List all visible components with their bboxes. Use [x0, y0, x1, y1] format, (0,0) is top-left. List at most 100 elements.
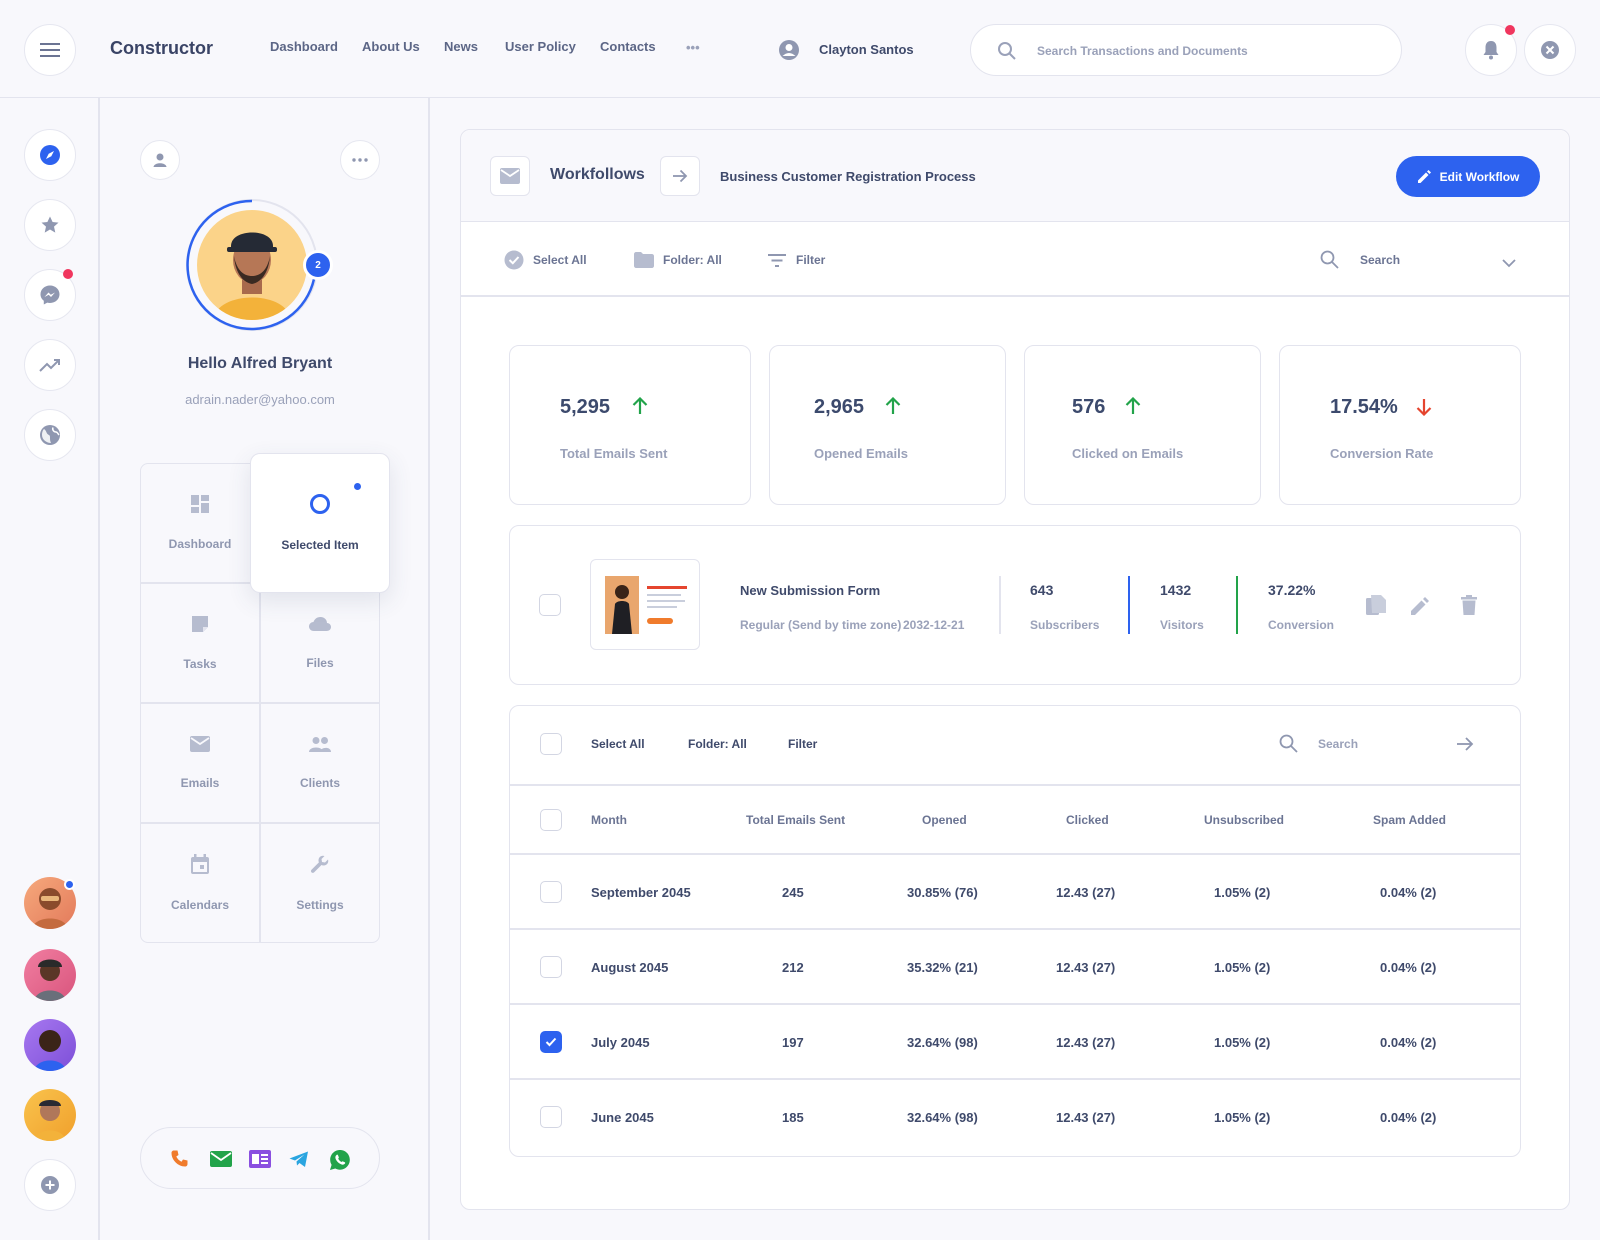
mail-button[interactable]	[490, 156, 530, 196]
table-go-button[interactable]	[1456, 736, 1474, 757]
row-checkbox[interactable]	[540, 1106, 562, 1128]
nav-user-policy[interactable]: User Policy	[505, 39, 576, 54]
table-folder-label[interactable]: Folder: All	[688, 737, 747, 751]
cell-clicked: 12.43 (27)	[1056, 960, 1116, 975]
nav-news[interactable]: News	[444, 39, 478, 54]
cell-opened: 30.85% (76)	[907, 885, 978, 900]
col-unsubscribed[interactable]: Unsubscribed	[1204, 813, 1284, 827]
search-icon-button[interactable]	[1320, 250, 1339, 274]
table-select-all-checkbox[interactable]	[540, 733, 562, 755]
top-user-name[interactable]: Clayton Santos	[819, 42, 914, 57]
edit-workflow-button[interactable]: Edit Workflow	[1396, 156, 1540, 197]
row-checkbox[interactable]	[540, 881, 562, 903]
menu-emails-label: Emails	[180, 776, 220, 790]
workflows-title: Workfollows	[550, 166, 645, 183]
rail-favorites-button[interactable]	[24, 199, 76, 251]
globe-icon	[40, 425, 60, 445]
table-search-icon[interactable]	[1279, 734, 1298, 758]
report-table-card	[509, 705, 1521, 1157]
breadcrumb-arrow-button[interactable]	[660, 156, 700, 196]
hamburger-menu-button[interactable]	[24, 24, 76, 76]
newspaper-icon	[249, 1150, 271, 1168]
menu-dashboard[interactable]: Dashboard	[140, 463, 260, 583]
submission-title[interactable]: New Submission Form	[740, 583, 880, 598]
user-icon	[153, 153, 167, 167]
copy-button[interactable]	[1366, 595, 1386, 622]
menu-settings[interactable]: Settings	[260, 823, 380, 943]
delete-button[interactable]	[1461, 595, 1477, 620]
telegram-icon	[289, 1151, 308, 1167]
cell-opened: 35.32% (21)	[907, 960, 978, 975]
toolbar-search-input[interactable]: Search	[1360, 253, 1400, 267]
row-checkbox[interactable]	[540, 956, 562, 978]
phone-button[interactable]	[170, 1149, 190, 1174]
submission-thumbnail[interactable]	[590, 559, 700, 650]
table-filter-label[interactable]: Filter	[788, 737, 817, 751]
select-all-toggle[interactable]	[504, 250, 524, 275]
submission-checkbox[interactable]	[539, 594, 561, 616]
select-all-label[interactable]: Select All	[533, 253, 587, 267]
table-select-all-label[interactable]: Select All	[591, 737, 645, 751]
menu-clients-label: Clients	[299, 776, 340, 790]
nav-about-us[interactable]: About Us	[362, 39, 420, 54]
row-checkbox-checked[interactable]	[540, 1031, 562, 1053]
rail-explore-button[interactable]	[24, 129, 76, 181]
table-search-input[interactable]: Search	[1318, 737, 1358, 751]
rail-analytics-button[interactable]	[24, 339, 76, 391]
user-avatar-icon[interactable]	[778, 39, 800, 66]
col-clicked[interactable]: Clicked	[1066, 813, 1109, 827]
menu-tasks[interactable]: Tasks	[140, 583, 260, 703]
dashboard-icon	[191, 495, 209, 513]
menu-calendars[interactable]: Calendars	[140, 823, 260, 943]
whatsapp-button[interactable]	[329, 1149, 351, 1176]
filter-label[interactable]: Filter	[796, 253, 825, 267]
notifications-button[interactable]	[1465, 24, 1517, 76]
search-dropdown-button[interactable]	[1502, 255, 1516, 273]
menu-selected-item[interactable]: Selected Item	[250, 453, 390, 593]
add-contact-button[interactable]	[24, 1159, 76, 1211]
top-search-input[interactable]: Search Transactions and Documents	[970, 24, 1402, 76]
folder-icon	[634, 252, 654, 268]
chevron-down-icon	[1502, 259, 1516, 268]
conversion-divider	[1236, 576, 1238, 634]
news-button[interactable]	[249, 1150, 271, 1173]
cell-spam: 0.04% (2)	[1380, 1035, 1437, 1050]
cell-month: June 2045	[591, 1110, 654, 1125]
profile-more-button[interactable]	[340, 140, 380, 180]
filter-button[interactable]	[768, 254, 786, 272]
cell-clicked: 12.43 (27)	[1056, 885, 1116, 900]
rail-messenger-button[interactable]	[24, 269, 76, 321]
row-divider	[510, 784, 1520, 786]
close-button[interactable]	[1524, 24, 1576, 76]
contact-avatar-3[interactable]	[24, 1019, 76, 1071]
folder-label[interactable]: Folder: All	[663, 253, 722, 267]
cell-sent: 185	[782, 1110, 804, 1125]
rail-globe-button[interactable]	[24, 409, 76, 461]
contact-avatar-2[interactable]	[24, 949, 76, 1001]
header-checkbox[interactable]	[540, 809, 562, 831]
menu-clients[interactable]: Clients	[260, 703, 380, 823]
nav-contacts[interactable]: Contacts	[600, 39, 656, 54]
edit-button[interactable]	[1410, 596, 1430, 621]
toolbar-divider	[461, 295, 1569, 297]
menu-files-label: Files	[306, 656, 334, 670]
email-button[interactable]	[210, 1151, 232, 1172]
col-month[interactable]: Month	[591, 813, 627, 827]
nav-dashboard[interactable]: Dashboard	[270, 39, 338, 54]
arrow-down-icon	[1416, 399, 1432, 416]
col-total-emails-sent[interactable]: Total Emails Sent	[746, 813, 845, 827]
compass-icon	[40, 145, 60, 165]
row-divider	[510, 1078, 1520, 1080]
phone-icon	[171, 1150, 188, 1167]
profile-avatar[interactable]	[197, 210, 307, 320]
col-spam-added[interactable]: Spam Added	[1373, 813, 1446, 827]
col-opened[interactable]: Opened	[922, 813, 967, 827]
cell-opened: 32.64% (98)	[907, 1035, 978, 1050]
nav-more-button[interactable]: •••	[686, 40, 700, 55]
profile-user-button[interactable]	[140, 140, 180, 180]
telegram-button[interactable]	[289, 1151, 309, 1173]
menu-emails[interactable]: Emails	[140, 703, 260, 823]
contact-avatar-4[interactable]	[24, 1089, 76, 1141]
menu-files[interactable]: Files	[260, 583, 380, 703]
folder-filter[interactable]	[634, 252, 654, 273]
